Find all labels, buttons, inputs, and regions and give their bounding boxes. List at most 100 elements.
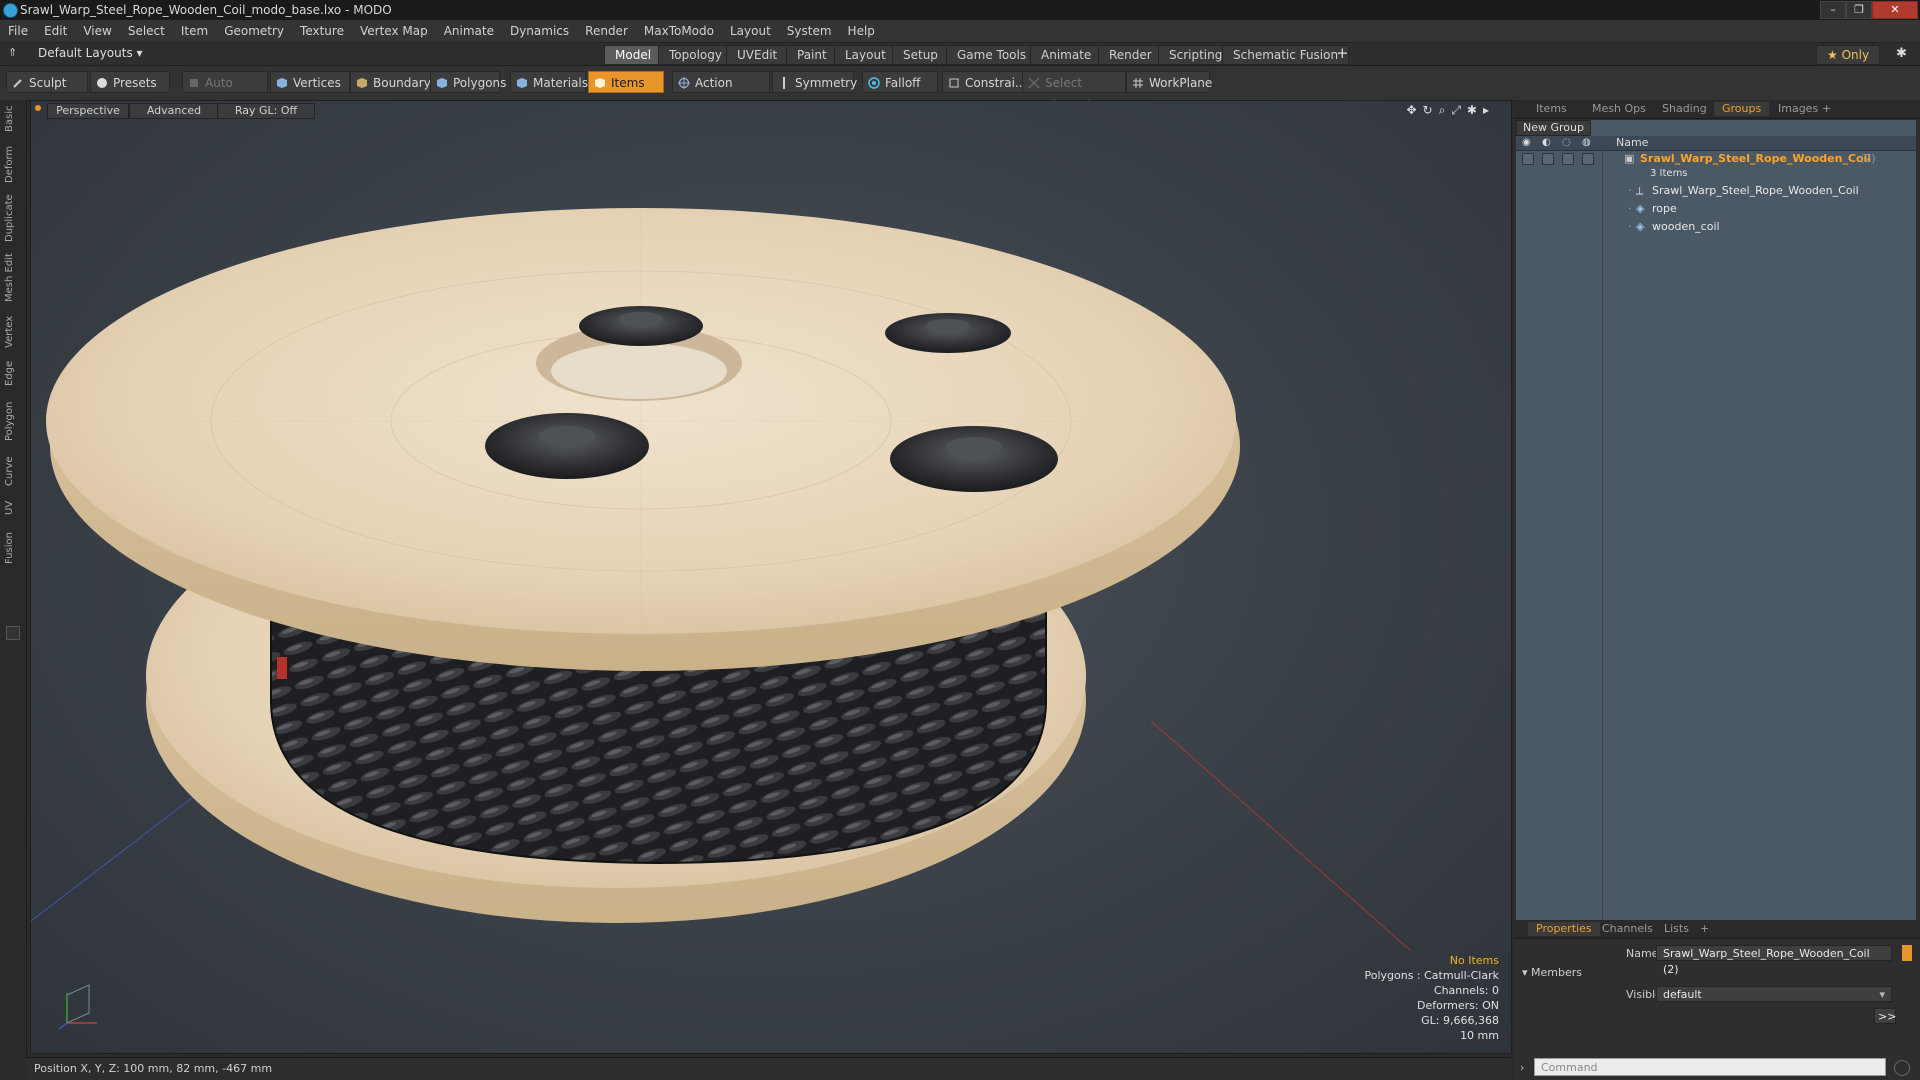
3d-viewport[interactable]: Perspective Advanced Ray GL: Off ✥↻⌕⤢✱▸ — [30, 100, 1512, 1054]
tab-shading[interactable]: Shading — [1654, 102, 1715, 116]
sculpt-button[interactable]: Sculpt — [6, 71, 88, 93]
tab-uv[interactable]: UV — [4, 498, 20, 518]
group-lock-toggle[interactable] — [1542, 153, 1554, 165]
tab-animate[interactable]: Animate — [1030, 45, 1103, 65]
render-icon[interactable]: ◌ — [1562, 137, 1571, 148]
menu-system[interactable]: System — [779, 20, 840, 42]
tab-layout[interactable]: Layout — [834, 45, 897, 65]
tab-render[interactable]: Render — [1098, 45, 1163, 65]
falloff-button[interactable]: Falloff — [862, 71, 938, 93]
more-button[interactable]: >> — [1874, 1008, 1896, 1024]
tab-polygon[interactable]: Polygon — [4, 398, 20, 444]
vertices-label: Vertices — [293, 76, 341, 90]
wooden-coil-scene — [31, 208, 1412, 952]
layout-collapse-icon[interactable]: ⇑ — [8, 46, 17, 59]
constraints-button[interactable]: Constrai... — [942, 71, 1028, 93]
add-props-tab-icon[interactable]: + — [1692, 922, 1717, 936]
group-visibility-toggle[interactable] — [1522, 153, 1534, 165]
hud-scale: 10 mm — [1460, 1029, 1499, 1042]
rope-tag-marker — [277, 657, 287, 679]
presets-button[interactable]: Presets — [90, 71, 170, 93]
select-through-icon — [1028, 77, 1040, 89]
menu-layout[interactable]: Layout — [722, 20, 779, 42]
tab-setup[interactable]: Setup — [892, 45, 949, 65]
action-center-button[interactable]: Action Center — [672, 71, 770, 112]
tab-duplicate[interactable]: Duplicate — [4, 192, 20, 244]
tab-channels[interactable]: Channels — [1594, 922, 1661, 936]
name-color-swatch[interactable] — [1902, 945, 1912, 961]
close-button[interactable]: ✕ — [1872, 1, 1918, 19]
tab-game-tools[interactable]: Game Tools — [946, 45, 1038, 65]
menu-geometry[interactable]: Geometry — [216, 20, 292, 42]
menu-dynamics[interactable]: Dynamics — [502, 20, 577, 42]
vertices-button[interactable]: Vertices — [270, 71, 350, 93]
tab-topology[interactable]: Topology — [658, 45, 733, 65]
items-button[interactable]: Items — [588, 71, 664, 93]
member-name: Srawl_Warp_Steel_Rope_Wooden_Coil — [1652, 184, 1859, 197]
menu-view[interactable]: View — [75, 20, 119, 42]
tab-schematic-fusion[interactable]: Schematic Fusion — [1222, 45, 1350, 65]
visible-dropdown[interactable]: default ▾ — [1656, 986, 1892, 1002]
symmetry-button[interactable]: Symmetry — [772, 71, 857, 93]
select-icon[interactable]: ◍ — [1582, 137, 1591, 148]
list-item[interactable]: · ◈ rope — [1516, 200, 1916, 217]
right-panel: Items Mesh Ops Shading Groups Images + N… — [1514, 100, 1920, 1080]
name-field[interactable]: Srawl_Warp_Steel_Rope_Wooden_Coil (2) — [1656, 945, 1892, 976]
tab-properties[interactable]: Properties — [1528, 922, 1600, 936]
materials-button[interactable]: Materials — [510, 71, 588, 93]
menu-maxtomodo[interactable]: MaxToModo — [636, 20, 722, 42]
gear-icon[interactable]: ✱ — [1896, 46, 1907, 61]
layout-selector[interactable]: Default Layouts ▾ — [38, 46, 143, 60]
tab-paint[interactable]: Paint — [786, 45, 838, 65]
add-tab-icon[interactable]: + — [1814, 102, 1839, 116]
tab-items[interactable]: Items — [1528, 102, 1575, 116]
boundary-button[interactable]: Boundary — [350, 71, 438, 93]
menu-help[interactable]: Help — [840, 20, 883, 42]
tab-fusion[interactable]: Fusion — [4, 528, 20, 568]
menu-select[interactable]: Select — [120, 20, 173, 42]
layout-bar: ⇑ Default Layouts ▾ Model Topology UVEdi… — [0, 43, 1920, 66]
lock-icon[interactable]: ◐ — [1542, 137, 1551, 148]
tab-lists[interactable]: Lists — [1656, 922, 1697, 936]
name-label: Name — [1626, 947, 1659, 960]
polygons-label: Polygons — [453, 76, 507, 90]
group-select-toggle[interactable] — [1582, 153, 1594, 165]
tab-basic[interactable]: Basic — [4, 104, 20, 134]
group-render-toggle[interactable] — [1562, 153, 1574, 165]
restore-button[interactable]: ❐ — [1846, 1, 1872, 19]
menu-render[interactable]: Render — [577, 20, 636, 42]
tab-groups[interactable]: Groups — [1714, 102, 1770, 116]
tab-edge[interactable]: Edge — [4, 358, 20, 388]
add-layout-icon[interactable]: + — [1336, 44, 1349, 62]
expand-toggle[interactable] — [6, 626, 20, 640]
minimize-button[interactable]: – — [1820, 1, 1846, 19]
tab-mesh-ops[interactable]: Mesh Ops — [1584, 102, 1654, 116]
new-group-button[interactable]: New Group — [1516, 120, 1591, 136]
crosshair-icon — [678, 77, 690, 89]
menu-texture[interactable]: Texture — [292, 20, 352, 42]
menu-item[interactable]: Item — [173, 20, 216, 42]
tab-curve[interactable]: Curve — [4, 454, 20, 488]
list-item[interactable]: · ◈ wooden_coil — [1516, 218, 1916, 235]
only-toggle[interactable]: ★ Only — [1816, 45, 1881, 65]
tab-mesh-edit[interactable]: Mesh Edit — [4, 252, 20, 304]
members-section[interactable]: ▾ Members — [1522, 966, 1582, 979]
tab-uvedit[interactable]: UVEdit — [726, 45, 789, 65]
menu-animate[interactable]: Animate — [436, 20, 502, 42]
command-run-icon[interactable] — [1894, 1060, 1910, 1076]
menu-file[interactable]: File — [0, 20, 36, 42]
command-input[interactable]: Command — [1534, 1058, 1886, 1076]
tab-vertex[interactable]: Vertex — [4, 314, 20, 350]
workplane-button[interactable]: WorkPlane — [1126, 71, 1212, 93]
eye-icon[interactable]: ◉ — [1522, 137, 1531, 148]
symmetry-icon — [783, 77, 785, 89]
tab-model[interactable]: Model — [604, 45, 663, 65]
menu-vertex-map[interactable]: Vertex Map — [352, 20, 436, 42]
auto-select-button[interactable]: Auto Select — [182, 71, 268, 112]
polygons-button[interactable]: Polygons — [430, 71, 506, 93]
tree-branch-icon: · — [1628, 220, 1632, 233]
select-through-button[interactable]: Select Through — [1022, 71, 1126, 112]
tab-deform[interactable]: Deform — [4, 144, 20, 184]
menu-edit[interactable]: Edit — [36, 20, 75, 42]
list-item[interactable]: · ⟂ Srawl_Warp_Steel_Rope_Wooden_Coil — [1516, 182, 1916, 199]
